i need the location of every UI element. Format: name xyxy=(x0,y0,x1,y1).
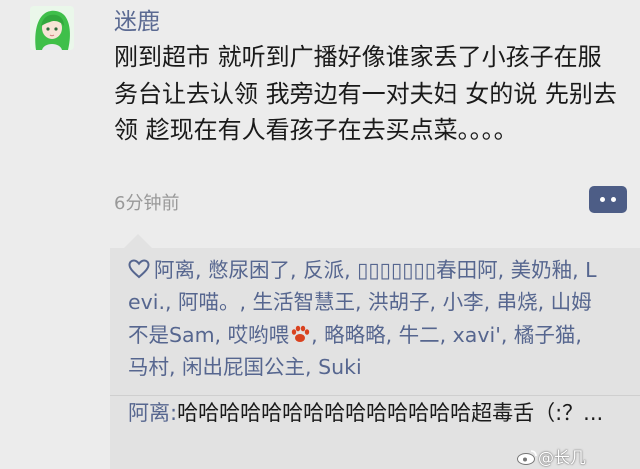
weibo-logo-icon xyxy=(516,449,538,465)
comment-item[interactable]: 阿离:哈哈哈哈哈哈哈哈哈哈哈哈哈哈超毒舌（:？... xyxy=(128,397,638,429)
avatar[interactable] xyxy=(30,6,74,50)
more-actions-button[interactable] xyxy=(589,186,627,213)
likes-list[interactable]: 阿离, 憋尿困了, 反派, ▯▯▯▯▯▯▯春田阿, 美奶釉, Levi., 阿喵… xyxy=(128,254,608,383)
heart-icon xyxy=(128,256,150,279)
paw-emoji-icon xyxy=(289,321,311,342)
divider xyxy=(110,395,640,396)
post-timestamp: 6分钟前 xyxy=(114,193,180,214)
more-dot-icon xyxy=(600,197,605,202)
watermark-text: @长几 xyxy=(538,448,587,467)
post-body: 刚到超市 就听到广播好像谁家丢了小孩子在服务台让去认领 我旁边有一对夫妇 女的说… xyxy=(114,43,617,144)
comment-author[interactable]: 阿离: xyxy=(128,401,177,425)
post-author-name[interactable]: 迷鹿 xyxy=(114,2,160,36)
more-dot-icon xyxy=(611,197,616,202)
watermark: @长几 xyxy=(516,444,586,468)
likes-box-caret xyxy=(124,234,152,248)
comment-text: 哈哈哈哈哈哈哈哈哈哈哈哈哈哈超毒舌（:？... xyxy=(177,401,604,425)
